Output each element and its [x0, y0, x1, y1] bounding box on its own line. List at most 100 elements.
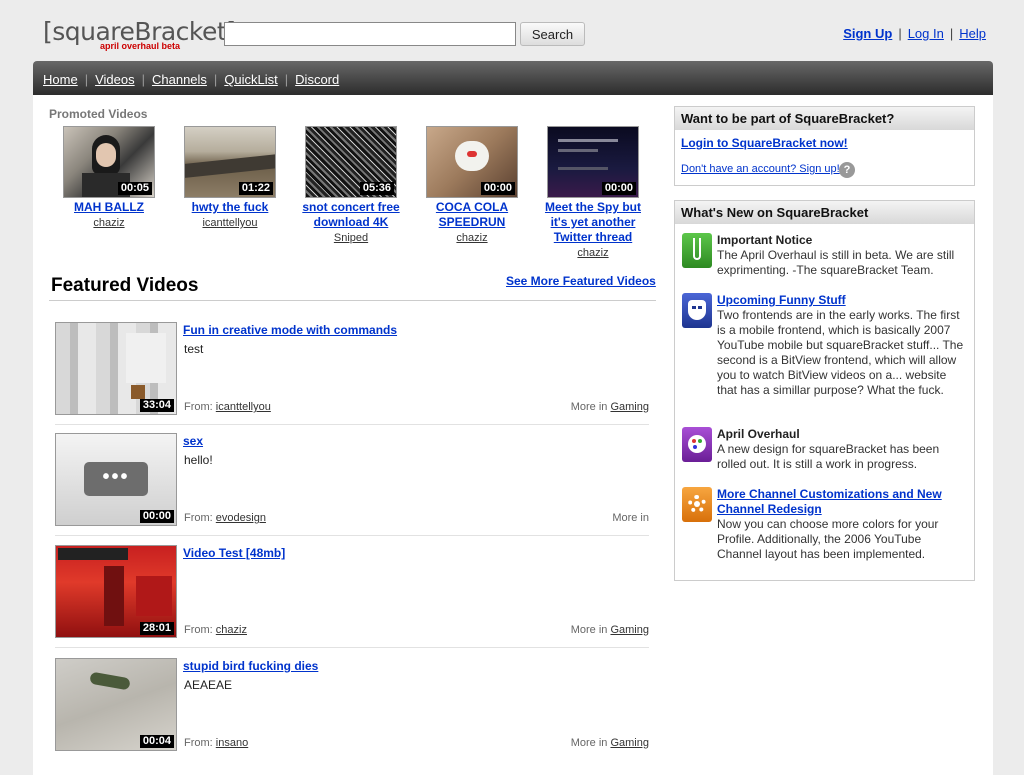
- video-duration: 28:01: [139, 622, 174, 635]
- video-uploader-link[interactable]: evodesign: [216, 512, 266, 524]
- video-uploader-link[interactable]: insano: [216, 737, 248, 749]
- news-title-link[interactable]: Upcoming Funny Stuff: [717, 293, 967, 308]
- video-thumbnail[interactable]: 01:22: [184, 126, 276, 198]
- nav-channels[interactable]: Channels: [152, 72, 207, 87]
- video-title-link[interactable]: Meet the Spy but it's yet another Twitte…: [537, 200, 649, 245]
- promoted-video: 00:00 Meet the Spy but it's yet another …: [537, 126, 649, 259]
- category-link[interactable]: Gaming: [610, 624, 649, 636]
- video-description: AEAEAE: [184, 678, 233, 692]
- video-thumbnail[interactable]: 00:05: [63, 126, 155, 198]
- video-duration: 05:36: [359, 182, 394, 195]
- video-duration: 33:04: [139, 399, 174, 412]
- nav-separator: |: [141, 72, 145, 87]
- palette-icon: [682, 427, 712, 462]
- video-uploader-link[interactable]: Sniped: [295, 232, 407, 244]
- separator: |: [949, 26, 954, 41]
- video-from: From: icanttellyou: [184, 401, 271, 413]
- news-body: A new design for squareBracket has been …: [717, 442, 940, 471]
- featured-video-row: 00:04 stupid bird fucking dies AEAEAE Fr…: [55, 658, 649, 752]
- news-box-title: What's New on SquareBracket: [675, 201, 974, 224]
- video-category: More in Gaming: [571, 737, 649, 749]
- mask-icon: [682, 293, 712, 328]
- from-label: From:: [184, 512, 213, 524]
- news-body: The April Overhaul is still in beta. We …: [717, 248, 955, 277]
- video-title-link[interactable]: stupid bird fucking dies: [183, 659, 318, 673]
- video-uploader-link[interactable]: chaziz: [216, 624, 247, 636]
- login-now-link[interactable]: Login to SquareBracket now!: [681, 136, 848, 150]
- video-duration: 00:00: [139, 510, 174, 523]
- video-from: From: evodesign: [184, 512, 266, 524]
- category-link[interactable]: Gaming: [610, 737, 649, 749]
- nav-videos[interactable]: Videos: [95, 72, 135, 87]
- featured-video-row: ••• 00:00 sex hello! From: evodesign Mor…: [55, 433, 649, 536]
- more-in-label: More in: [570, 737, 608, 749]
- nav-home[interactable]: Home: [43, 72, 78, 87]
- featured-videos-heading: Featured Videos: [51, 275, 199, 296]
- promoted-video: 00:00 COCA COLA SPEEDRUN chaziz: [416, 126, 528, 244]
- video-duration: 00:00: [480, 182, 515, 195]
- video-thumbnail[interactable]: 05:36: [305, 126, 397, 198]
- video-title-link[interactable]: COCA COLA SPEEDRUN: [416, 200, 528, 230]
- divider: [55, 647, 649, 648]
- promoted-video: 00:05 MAH BALLZ chaziz: [53, 126, 165, 229]
- video-category: More in: [612, 512, 649, 524]
- video-uploader-link[interactable]: chaziz: [416, 232, 528, 244]
- site-logo[interactable]: [squareBracket] april overhaul beta: [43, 18, 236, 52]
- video-title-link[interactable]: snot concert free download 4K: [295, 200, 407, 230]
- video-duration: 00:05: [117, 182, 152, 195]
- video-title-link[interactable]: Video Test [48mb]: [183, 546, 285, 560]
- video-thumbnail[interactable]: 00:00: [547, 126, 639, 198]
- video-description: hello!: [184, 453, 213, 467]
- news-title: April Overhaul: [717, 427, 800, 441]
- main-nav: Home | Videos | Channels | QuickList | Discord: [33, 61, 993, 95]
- video-thumbnail[interactable]: ••• 00:00: [55, 433, 177, 526]
- video-title-link[interactable]: MAH BALLZ: [53, 200, 165, 215]
- more-in-label: More in: [570, 624, 608, 636]
- sign-up-link[interactable]: Sign Up: [843, 26, 892, 41]
- join-box-title: Want to be part of SquareBracket?: [675, 107, 974, 130]
- help-icon[interactable]: ?: [839, 162, 855, 178]
- flask-icon: [682, 233, 712, 268]
- video-thumbnail[interactable]: 28:01: [55, 545, 177, 638]
- video-uploader-link[interactable]: chaziz: [537, 247, 649, 259]
- video-duration: 00:04: [139, 735, 174, 748]
- separator: |: [898, 26, 902, 41]
- search-input[interactable]: [224, 22, 516, 46]
- nav-separator: |: [213, 72, 218, 87]
- video-uploader-link[interactable]: chaziz: [53, 217, 165, 229]
- nav-discord[interactable]: Discord: [295, 72, 339, 87]
- news-title-link[interactable]: More Channel Customizations and New Chan…: [717, 487, 967, 517]
- category-link[interactable]: Gaming: [610, 401, 649, 413]
- video-duration: 01:22: [238, 182, 273, 195]
- nav-quicklist[interactable]: QuickList: [224, 72, 277, 87]
- video-thumbnail[interactable]: 33:04: [55, 322, 177, 415]
- video-from: From: chaziz: [184, 624, 247, 636]
- news-body: Two frontends are in the early works. Th…: [717, 308, 964, 397]
- logo-subtitle: april overhaul beta: [100, 41, 181, 51]
- promoted-video: 01:22 hwty the fuck icanttellyou: [174, 126, 286, 229]
- signup-prompt-link[interactable]: Don't have an account? Sign up!: [681, 163, 840, 175]
- news-title: Important Notice: [717, 233, 813, 247]
- video-uploader-link[interactable]: icanttellyou: [216, 401, 271, 413]
- gear-icon: [682, 487, 712, 522]
- video-category: More in Gaming: [571, 401, 649, 413]
- from-label: From:: [184, 624, 213, 636]
- log-in-link[interactable]: Log In: [908, 26, 944, 41]
- news-body: Now you can choose more colors for your …: [717, 517, 939, 561]
- video-title-link[interactable]: Fun in creative mode with commands: [183, 323, 397, 337]
- more-in-label: More in: [570, 401, 608, 413]
- video-thumbnail[interactable]: 00:00: [426, 126, 518, 198]
- video-title-link[interactable]: sex: [183, 434, 203, 448]
- main-content: Promoted Videos 00:05 MAH BALLZ chaziz 0…: [33, 95, 993, 775]
- video-category: More in Gaming: [571, 624, 649, 636]
- search-button[interactable]: Search: [520, 22, 585, 46]
- news-box: What's New on SquareBracket Important No…: [674, 200, 975, 581]
- see-more-featured-link[interactable]: See More Featured Videos: [506, 274, 656, 288]
- video-uploader-link[interactable]: icanttellyou: [174, 217, 286, 229]
- promoted-videos-heading: Promoted Videos: [49, 107, 148, 121]
- video-thumbnail[interactable]: 00:04: [55, 658, 177, 751]
- join-box: Want to be part of SquareBracket? Login …: [674, 106, 975, 186]
- help-link[interactable]: Help: [959, 26, 986, 41]
- promoted-video: 05:36 snot concert free download 4K Snip…: [295, 126, 407, 244]
- video-title-link[interactable]: hwty the fuck: [174, 200, 286, 215]
